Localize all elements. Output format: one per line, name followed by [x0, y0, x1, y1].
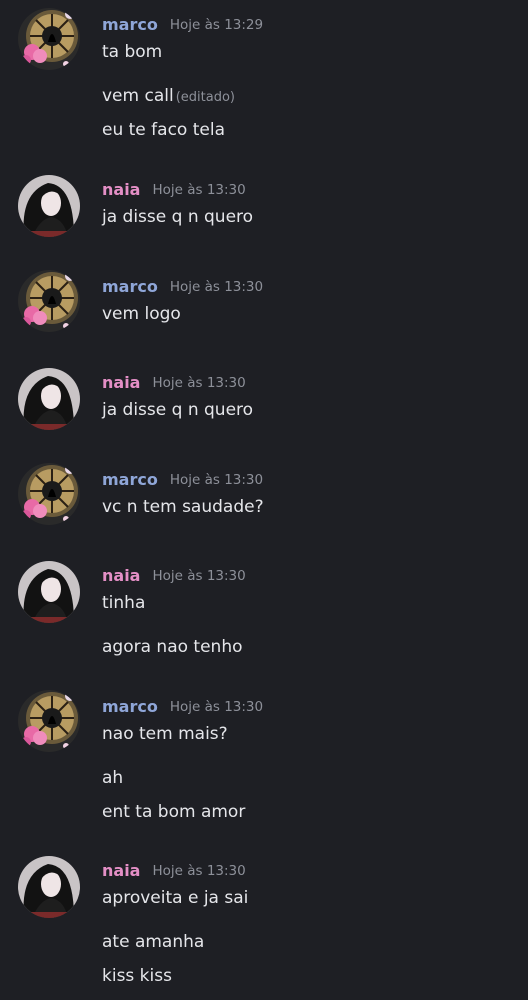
message-text: agora nao tenho: [102, 637, 243, 657]
message-text: vc n tem saudade?: [102, 497, 264, 517]
user-avatar[interactable]: [18, 690, 80, 752]
user-avatar[interactable]: [18, 270, 80, 332]
user-avatar[interactable]: [18, 368, 80, 430]
timestamp: Hoje às 13:30: [169, 278, 264, 295]
timestamp: Hoje às 13:30: [152, 181, 246, 198]
message-text: nao tem mais?: [102, 724, 228, 744]
message-text: ja disse q n quero: [102, 400, 254, 420]
user-avatar[interactable]: [18, 8, 80, 70]
timestamp: Hoje às 13:30: [169, 471, 264, 488]
timestamp: Hoje às 13:30: [169, 698, 264, 715]
message-text: ent ta bom amor: [102, 802, 246, 822]
author-name[interactable]: naia: [102, 566, 140, 585]
message-header: naia Hoje às 13:30: [102, 860, 246, 884]
author-name[interactable]: marco: [102, 697, 158, 716]
message-text: kiss kiss: [102, 966, 172, 986]
message-text: vem call (editado): [102, 84, 235, 110]
user-avatar[interactable]: [18, 175, 80, 237]
message-header: marco Hoje às 13:30: [102, 469, 263, 493]
message-text: ta bom: [102, 42, 163, 62]
author-name[interactable]: marco: [102, 15, 158, 34]
timestamp: Hoje às 13:30: [152, 567, 246, 584]
message-header: naia Hoje às 13:30: [102, 565, 246, 589]
author-name[interactable]: naia: [102, 180, 140, 199]
author-name[interactable]: marco: [102, 470, 158, 489]
message-text: ah: [102, 768, 124, 788]
timestamp: Hoje às 13:30: [152, 862, 246, 879]
author-name[interactable]: naia: [102, 373, 140, 392]
user-avatar[interactable]: [18, 561, 80, 623]
message-header: naia Hoje às 13:30: [102, 179, 246, 203]
message-text: ate amanha: [102, 932, 205, 952]
message-text: vem logo: [102, 304, 181, 324]
message-text-content: vem call: [102, 86, 174, 106]
message-text: ja disse q n quero: [102, 207, 254, 227]
timestamp: Hoje às 13:29: [169, 16, 264, 33]
timestamp: Hoje às 13:30: [152, 374, 246, 391]
user-avatar[interactable]: [18, 463, 80, 525]
message-header: naia Hoje às 13:30: [102, 372, 246, 396]
message-header: marco Hoje às 13:29: [102, 14, 263, 38]
message-text: tinha: [102, 593, 146, 613]
user-avatar[interactable]: [18, 856, 80, 918]
edited-label: (editado): [175, 90, 235, 105]
message-text: aproveita e ja sai: [102, 888, 249, 908]
author-name[interactable]: naia: [102, 861, 140, 880]
message-text: eu te faco tela: [102, 120, 225, 140]
message-header: marco Hoje às 13:30: [102, 276, 263, 300]
author-name[interactable]: marco: [102, 277, 158, 296]
message-header: marco Hoje às 13:30: [102, 696, 263, 720]
